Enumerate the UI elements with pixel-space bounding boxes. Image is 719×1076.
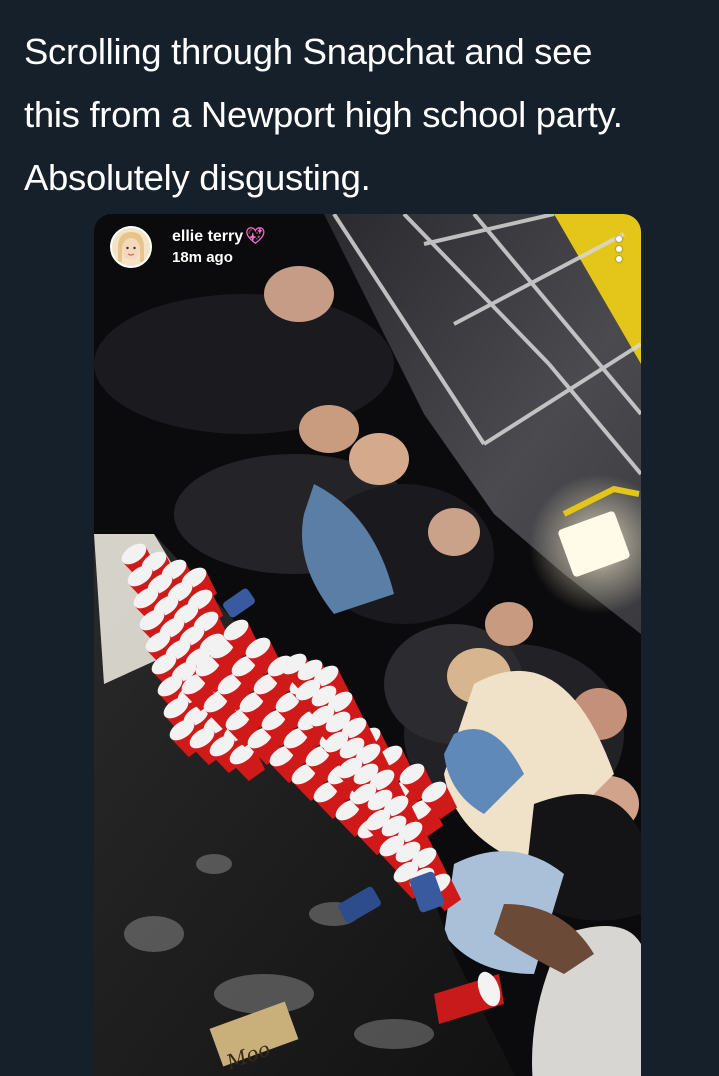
snapchat-screenshot-image[interactable]: Moo ellie terry 💖︎ 18m ago (94, 214, 641, 1076)
party-photo: Moo (94, 214, 641, 1076)
vertical-dots-icon[interactable] (615, 236, 623, 266)
tweet-text: Scrolling through Snapchat and see this … (24, 20, 704, 209)
snap-header: ellie terry 💖︎ 18m ago (110, 226, 265, 268)
bitmoji-avatar-icon[interactable] (110, 226, 152, 268)
snap-timestamp: 18m ago (172, 249, 233, 266)
snap-username[interactable]: ellie terry (172, 227, 243, 247)
sparkling-heart-icon: 💖︎ (245, 228, 266, 245)
tweet-text-line: Absolutely disgusting. (24, 157, 371, 198)
tweet-text-line: this from a Newport high school party. (24, 94, 623, 135)
tweet-text-line: Scrolling through Snapchat and see (24, 31, 593, 72)
